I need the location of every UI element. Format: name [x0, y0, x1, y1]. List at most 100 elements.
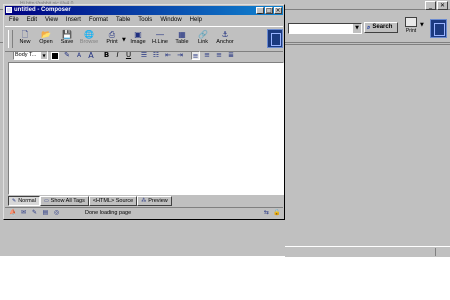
composer-icon[interactable]: ✎ — [31, 210, 38, 216]
print-label: Print — [106, 39, 118, 45]
browser-statusbar — [285, 246, 450, 257]
menu-tools[interactable]: Tools — [134, 16, 156, 25]
save-button[interactable]: 💾 Save — [56, 30, 78, 45]
composer-toolbar: 🗋 New 📂 Open 💾 Save 🌐 Browse ⎙ Print ▼ ▣… — [5, 26, 283, 52]
security-icon: 🔒 — [273, 209, 281, 216]
mail-icon[interactable]: ✉ — [20, 210, 27, 216]
underline-button[interactable]: U — [125, 51, 132, 60]
print-dropdown-icon[interactable]: ▼ — [420, 22, 424, 28]
menu-view[interactable]: View — [41, 16, 62, 25]
edit-mode-tabs: ✎ Normal ▭ Show All Tags <HTML> Source ⁂… — [8, 196, 284, 206]
menu-table[interactable]: Table — [112, 16, 134, 25]
align-justify-icon[interactable]: ≣ — [227, 51, 235, 60]
menu-help[interactable]: Help — [186, 16, 206, 25]
align-center-icon[interactable]: ≡ — [203, 51, 211, 60]
editor-area[interactable] — [8, 62, 284, 195]
browser-status-separator — [435, 248, 436, 256]
format-toolbar: Body T... ▼ ✎ A A B I U ☰ ☷ ⇤ ⇥ ≡ ≡ ≡ ≣ — [5, 51, 283, 60]
hline-label: H.Line — [152, 39, 168, 45]
browser-minimize-button[interactable]: _ — [425, 1, 436, 10]
browser-print-button[interactable]: Print — [403, 17, 419, 34]
hline-button[interactable]: ― H.Line — [149, 30, 171, 45]
browser-url-field[interactable]: ▼ — [288, 23, 362, 34]
tab-show-all-tags-label: Show All Tags — [50, 198, 85, 204]
composer-window: untitled - Composer _ □ × File Edit View… — [3, 4, 285, 220]
browser-separator — [285, 44, 450, 45]
tab-source-label: <HTML> Source — [92, 198, 134, 204]
tab-preview-label: Preview — [148, 198, 168, 204]
horizontal-line-icon: ― — [156, 30, 164, 39]
tags-icon: ▭ — [43, 198, 49, 204]
open-label: Open — [39, 39, 53, 45]
chat-icon[interactable]: ◎ — [53, 210, 60, 216]
outdent-icon[interactable]: ⇤ — [164, 51, 172, 60]
open-folder-icon: 📂 — [41, 30, 51, 39]
text-color-swatch[interactable] — [51, 52, 59, 60]
save-label: Save — [60, 39, 74, 45]
save-icon: 💾 — [62, 30, 72, 39]
new-button[interactable]: 🗋 New — [14, 30, 36, 45]
navigator-icon[interactable]: ⛵ — [9, 210, 16, 216]
link-button[interactable]: 🔗 Link — [192, 30, 214, 45]
print-button[interactable]: ⎙ Print — [101, 30, 123, 45]
address-book-icon[interactable]: ▤ — [42, 210, 49, 216]
tab-source[interactable]: <HTML> Source — [88, 196, 138, 206]
decrease-font-size-icon[interactable]: A — [75, 51, 83, 60]
anchor-button[interactable]: ⚓ Anchor — [214, 30, 236, 45]
bullet-list-icon[interactable]: ☰ — [140, 51, 148, 60]
paragraph-style-value: Body T... — [15, 52, 37, 58]
composer-titlebar[interactable]: untitled - Composer _ □ × — [5, 6, 283, 15]
browse-label: Browse — [79, 39, 99, 45]
connection-icon: ⇆ — [263, 209, 270, 216]
browser-search-button[interactable]: ⌕ Search — [364, 22, 398, 33]
maximize-button[interactable]: □ — [265, 7, 273, 14]
browse-icon: 🌐 — [84, 30, 94, 39]
indent-icon[interactable]: ⇥ — [176, 51, 184, 60]
image-icon: ▣ — [134, 30, 142, 39]
align-left-icon[interactable]: ≡ — [191, 51, 200, 60]
print-dropdown-icon[interactable]: ▼ — [122, 37, 126, 43]
chevron-down-icon[interactable]: ▼ — [353, 24, 361, 33]
minimize-button[interactable]: _ — [256, 7, 264, 14]
browser-close-button[interactable]: ✕ — [437, 1, 448, 10]
menubar: File Edit View Insert Format Table Tools… — [5, 16, 283, 25]
align-right-icon[interactable]: ≡ — [215, 51, 223, 60]
anchor-icon: ⚓ — [221, 30, 229, 39]
tab-show-all-tags[interactable]: ▭ Show All Tags — [39, 196, 89, 206]
browser-search-label: Search — [372, 24, 393, 30]
search-icon: ⌕ — [367, 24, 371, 31]
table-button[interactable]: ▦ Table — [171, 30, 193, 45]
browse-button[interactable]: 🌐 Browse — [78, 30, 100, 45]
menu-file[interactable]: File — [5, 16, 23, 25]
anchor-label: Anchor — [216, 39, 234, 45]
highlight-color-icon[interactable]: ✎ — [63, 51, 71, 60]
image-label: Image — [130, 39, 146, 45]
throbber-logo — [267, 29, 283, 48]
chevron-down-icon[interactable]: ▼ — [41, 52, 47, 59]
numbered-list-icon[interactable]: ☷ — [152, 51, 160, 60]
paragraph-style-select[interactable]: Body T... ▼ — [13, 51, 48, 60]
menu-edit[interactable]: Edit — [23, 16, 41, 25]
italic-button[interactable]: I — [114, 51, 121, 60]
image-button[interactable]: ▣ Image — [127, 30, 149, 45]
component-bar: ⛵ ✉ ✎ ▤ ◎ — [9, 210, 60, 216]
menu-window[interactable]: Window — [156, 16, 185, 25]
composer-window-controls: _ □ × — [256, 7, 282, 14]
menu-format[interactable]: Format — [85, 16, 112, 25]
toolbar-grip[interactable] — [8, 30, 13, 48]
bold-button[interactable]: B — [103, 51, 110, 60]
link-label: Link — [197, 39, 209, 45]
browser-print-label: Print — [405, 28, 417, 34]
increase-font-size-icon[interactable]: A — [87, 51, 95, 60]
composer-statusbar: ⛵ ✉ ✎ ▤ ◎ Done loading page ⇆ 🔒 — [5, 207, 283, 219]
tab-preview[interactable]: ⁂ Preview — [137, 196, 172, 206]
composer-app-icon[interactable] — [6, 7, 12, 13]
open-button[interactable]: 📂 Open — [35, 30, 57, 45]
close-button[interactable]: × — [274, 7, 282, 14]
menu-insert[interactable]: Insert — [62, 16, 85, 25]
printer-icon: ⎙ — [108, 30, 116, 39]
status-text: Done loading page — [85, 210, 132, 216]
printer-icon — [405, 17, 417, 27]
pencil-icon: ✎ — [12, 198, 17, 204]
tab-normal[interactable]: ✎ Normal — [8, 196, 40, 206]
